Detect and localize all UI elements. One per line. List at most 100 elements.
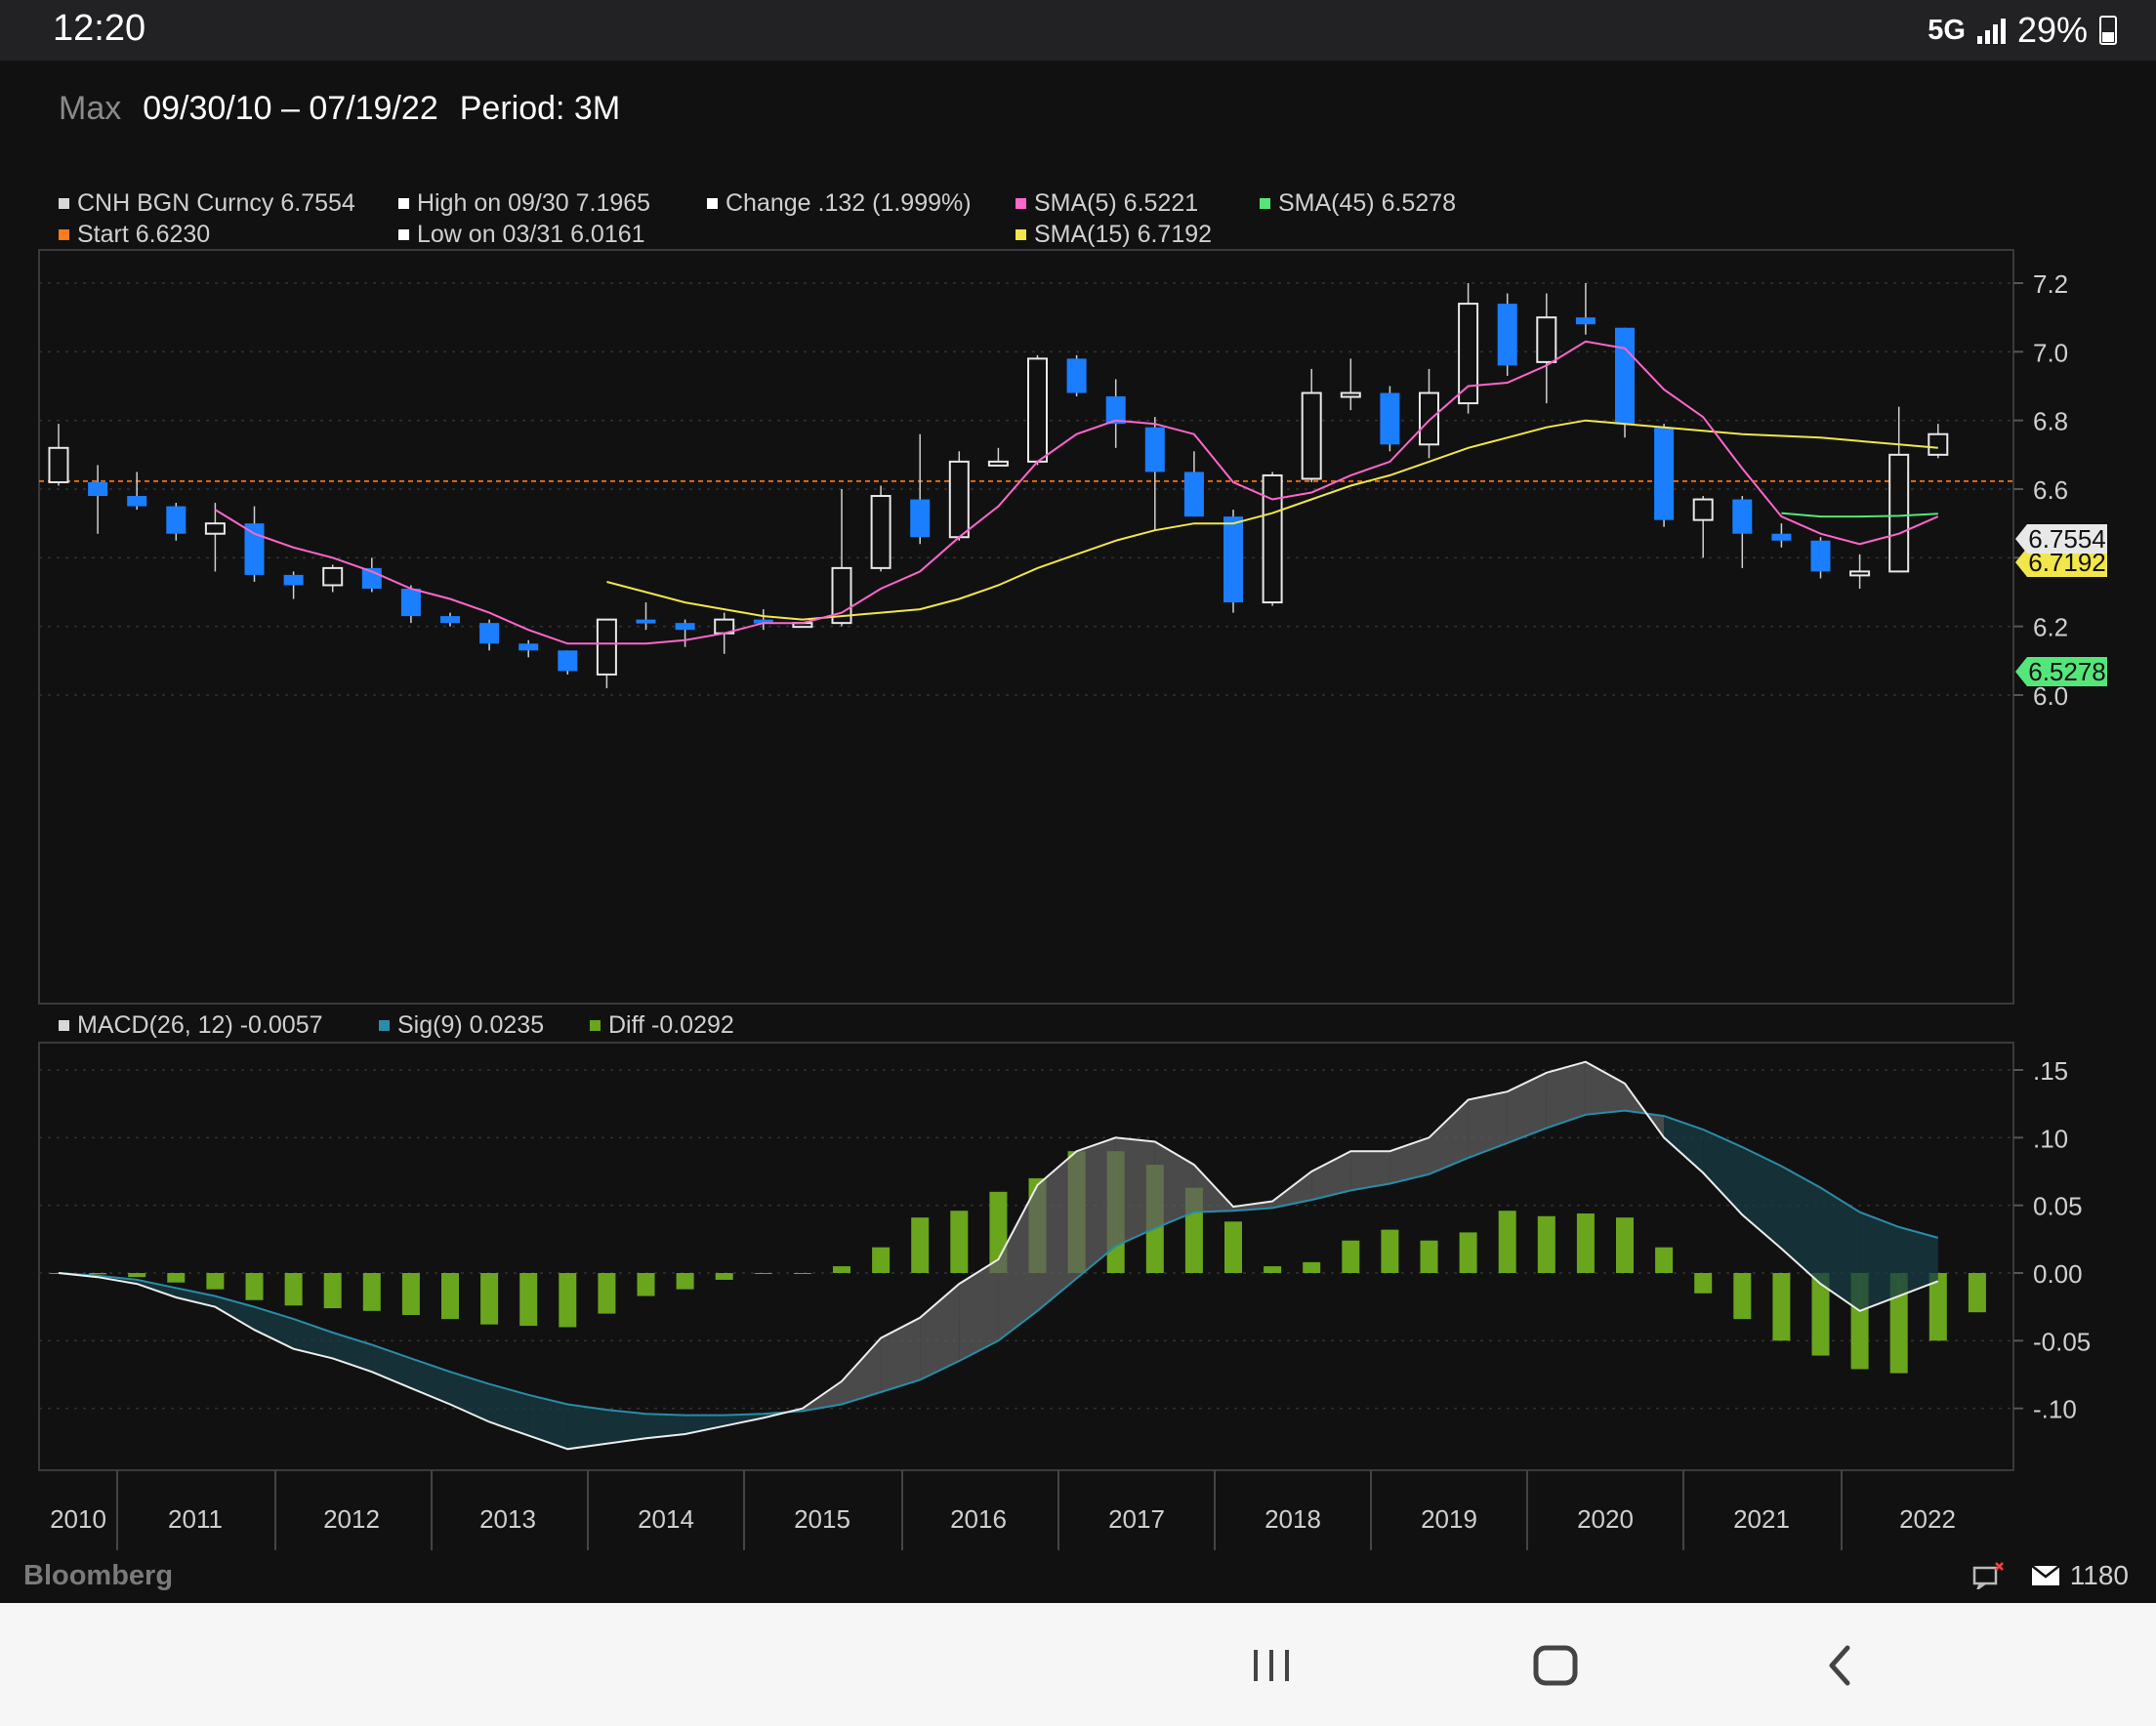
candle-body-down bbox=[1771, 533, 1792, 541]
year-label: 2013 bbox=[479, 1504, 536, 1534]
sma45-price-tag-text: 6.5278 bbox=[2028, 657, 2106, 686]
candle-body-down bbox=[675, 623, 695, 631]
price-tick-label: 6.8 bbox=[2033, 407, 2068, 436]
candle-body-down bbox=[244, 523, 265, 575]
year-label: 2017 bbox=[1108, 1504, 1165, 1534]
candle-body-down bbox=[166, 506, 187, 534]
price-tick-label: 6.6 bbox=[2033, 475, 2068, 505]
diff-bar bbox=[323, 1273, 342, 1309]
candle-body-down bbox=[518, 643, 539, 651]
candle-body-up bbox=[1340, 391, 1361, 398]
diff-bar bbox=[598, 1273, 616, 1314]
macd-signal-fill bbox=[450, 1372, 490, 1422]
candle-body-down bbox=[1654, 427, 1675, 520]
home-icon[interactable] bbox=[1527, 1636, 1586, 1695]
candle-body-down bbox=[1810, 540, 1831, 572]
candle-body-down bbox=[1144, 427, 1165, 473]
macd-tick-label: 0.00 bbox=[2033, 1259, 2083, 1289]
diff-bar bbox=[1537, 1215, 1555, 1273]
candlesticks bbox=[48, 283, 1949, 688]
candle-body-up bbox=[322, 566, 344, 587]
system-nav-bar bbox=[0, 1603, 2156, 1726]
candle-body-down bbox=[283, 574, 304, 586]
diff-bar bbox=[715, 1273, 733, 1280]
macd-tick-label: .10 bbox=[2033, 1124, 2068, 1153]
candle-body-up bbox=[596, 618, 617, 676]
year-label: 2016 bbox=[950, 1504, 1007, 1534]
diff-bar bbox=[519, 1273, 538, 1327]
candle-body-down bbox=[1575, 317, 1596, 325]
candle-body-down bbox=[1380, 392, 1400, 445]
macd-axis: .15 .10 0.05 0.00 -0.05 -.10 bbox=[2013, 1056, 2091, 1424]
diff-bar bbox=[401, 1273, 420, 1315]
diff-bar bbox=[676, 1273, 694, 1290]
macd-signal-fill bbox=[920, 1284, 960, 1380]
candle-body-up bbox=[1928, 432, 1949, 456]
macd-signal-fill bbox=[1859, 1212, 1899, 1311]
candle-body-down bbox=[479, 623, 500, 644]
candle-body-up bbox=[1027, 357, 1048, 463]
brand-logo: Bloomberg bbox=[23, 1560, 174, 1591]
diff-bar bbox=[206, 1273, 225, 1290]
diff-bar bbox=[167, 1273, 186, 1283]
candle-body-down bbox=[400, 588, 421, 617]
year-label: 2010 bbox=[50, 1504, 106, 1534]
diff-bar bbox=[128, 1273, 146, 1278]
diff-bar bbox=[1616, 1217, 1634, 1273]
mail-icon[interactable] bbox=[2031, 1565, 2060, 1586]
candle-body-up bbox=[1419, 391, 1439, 446]
candle-body-down bbox=[1732, 499, 1753, 534]
back-icon[interactable] bbox=[1812, 1636, 1871, 1695]
macd-signal-fill bbox=[959, 1259, 999, 1362]
candle-body-up bbox=[870, 495, 891, 569]
macd-tick-label: .15 bbox=[2033, 1056, 2068, 1086]
macd-signal-fill bbox=[684, 1415, 725, 1435]
year-label: 2022 bbox=[1899, 1504, 1956, 1534]
price-chart[interactable]: 7.27.06.86.66.46.26.0 .15.100.050.00-0.0… bbox=[0, 0, 2156, 1601]
candle-body-down bbox=[910, 499, 931, 538]
year-label: 2011 bbox=[168, 1504, 223, 1534]
macd-tick-label: 0.05 bbox=[2033, 1192, 2083, 1221]
sma45-price-tag: 6.5278 bbox=[2015, 657, 2107, 686]
diff-bar bbox=[480, 1273, 499, 1325]
diff-bar bbox=[754, 1273, 772, 1274]
candle-body-up bbox=[48, 446, 69, 483]
price-tick-label: 6.2 bbox=[2033, 613, 2068, 642]
price-tick-label: 7.0 bbox=[2033, 338, 2068, 367]
macd-signal-fill bbox=[1468, 1091, 1508, 1159]
diff-bar bbox=[441, 1273, 459, 1320]
diff-bar bbox=[637, 1273, 655, 1296]
diff-bar bbox=[950, 1211, 969, 1273]
diff-bar bbox=[362, 1273, 381, 1311]
diff-bar bbox=[559, 1273, 577, 1328]
candle-body-down bbox=[558, 650, 578, 672]
diff-bar bbox=[1224, 1221, 1242, 1273]
chat-alert-icon[interactable] bbox=[1972, 1562, 2004, 1589]
candle-body-up bbox=[1458, 303, 1479, 405]
macd-tick-label: -.10 bbox=[2033, 1395, 2077, 1424]
price-axis: 7.27.06.86.66.46.26.0 bbox=[2013, 269, 2068, 711]
candle-body-down bbox=[1223, 516, 1243, 603]
year-label: 2012 bbox=[323, 1504, 380, 1534]
macd-signal-fill bbox=[1664, 1116, 1704, 1173]
candle-body-down bbox=[1497, 304, 1517, 366]
year-label: 2020 bbox=[1577, 1504, 1634, 1534]
recent-apps-icon[interactable] bbox=[1242, 1636, 1301, 1695]
price-tick-label: 7.2 bbox=[2033, 269, 2068, 299]
diff-bar bbox=[1694, 1273, 1713, 1294]
candle-body-up bbox=[987, 460, 1009, 467]
macd-signal-fill bbox=[1429, 1099, 1469, 1174]
candle-body-up bbox=[1301, 391, 1322, 480]
candle-body-down bbox=[1066, 358, 1087, 393]
macd-signal-fill bbox=[1703, 1130, 1743, 1215]
price-tags: 6.71926.75546.5278 bbox=[2015, 524, 2107, 686]
year-label: 2019 bbox=[1421, 1504, 1477, 1534]
candle-body-up bbox=[1692, 498, 1714, 521]
macd-signal-fill bbox=[1037, 1151, 1077, 1311]
candle-body-up bbox=[948, 460, 970, 539]
diff-bar bbox=[1459, 1232, 1477, 1273]
diff-bar bbox=[1264, 1266, 1282, 1273]
diff-bar bbox=[284, 1273, 303, 1306]
diff-bar bbox=[1968, 1273, 1986, 1313]
candle-body-down bbox=[1615, 327, 1635, 425]
